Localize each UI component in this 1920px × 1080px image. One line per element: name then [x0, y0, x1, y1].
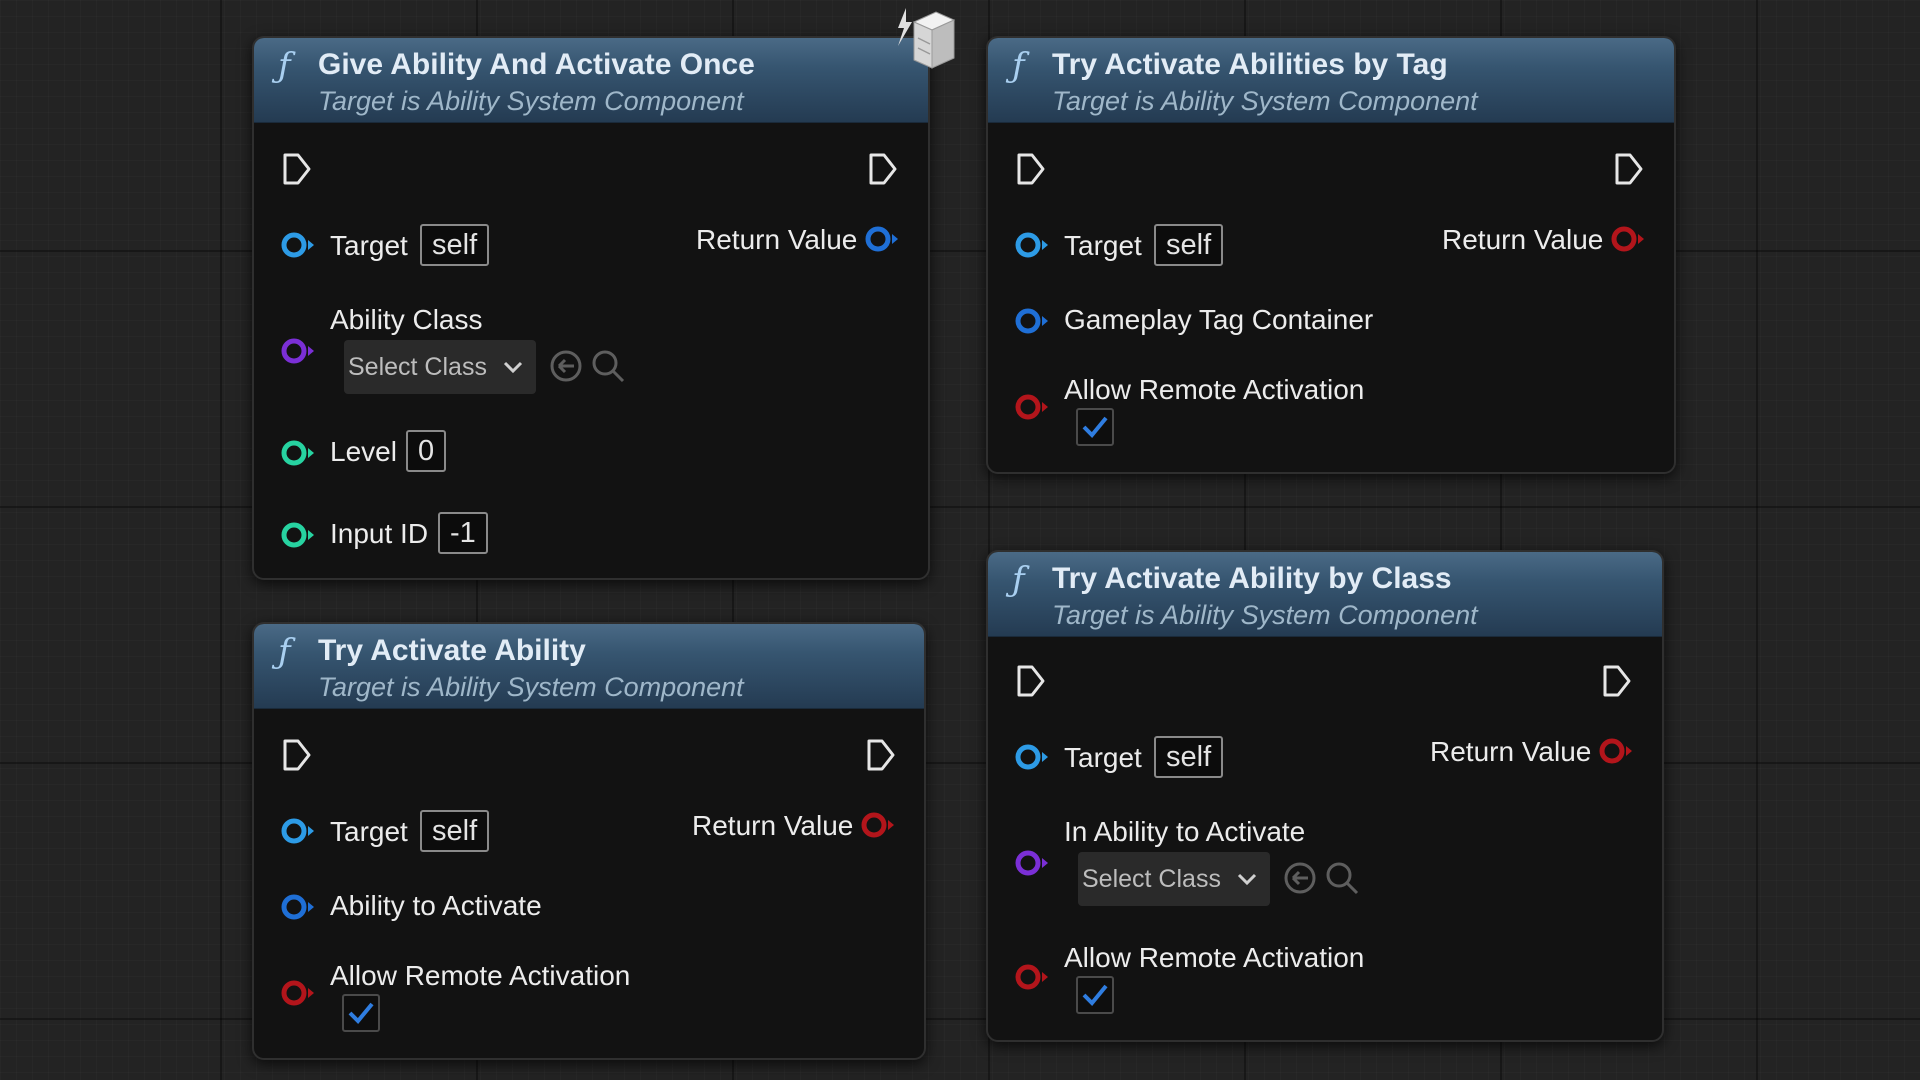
bool-pin-icon[interactable]: [1014, 962, 1050, 992]
target-value-box[interactable]: self: [1154, 736, 1224, 778]
node-title: Try Activate Ability by Class: [1052, 562, 1452, 595]
int-pin-icon[interactable]: [280, 438, 316, 468]
object-pin-icon[interactable]: [1014, 230, 1050, 260]
gameplay-tag-container-label: Gameplay Tag Container: [1064, 304, 1374, 335]
object-pin-icon[interactable]: [280, 230, 316, 260]
node-give-ability-and-activate-once[interactable]: ƒ Give Ability And Activate Once Target …: [252, 36, 930, 580]
chevron-down-icon: [503, 361, 523, 374]
object-pin-icon[interactable]: [280, 816, 316, 846]
target-value-box[interactable]: self: [420, 810, 490, 852]
browse-search-icon[interactable]: [1324, 860, 1360, 896]
allow-remote-activation-label: Allow Remote Activation: [330, 960, 631, 991]
exec-in-pin-icon[interactable]: [1016, 664, 1046, 698]
node-header[interactable]: ƒ Try Activate Ability Target is Ability…: [254, 624, 924, 709]
return-value-pin-icon[interactable]: [1610, 224, 1646, 254]
exec-out-pin-icon[interactable]: [868, 152, 898, 186]
node-subtitle: Target is Ability System Component: [318, 86, 744, 116]
function-icon: ƒ: [278, 632, 291, 672]
node-title: Give Ability And Activate Once: [318, 48, 755, 81]
struct-pin-icon[interactable]: [280, 892, 316, 922]
allow-remote-activation-checkbox[interactable]: [342, 994, 380, 1032]
exec-out-pin-icon[interactable]: [1602, 664, 1632, 698]
class-pin-icon[interactable]: [1014, 848, 1050, 878]
class-pin-icon[interactable]: [280, 336, 316, 366]
target-value-box[interactable]: self: [420, 224, 490, 266]
return-value-label: Return Value: [1442, 224, 1604, 255]
bool-pin-icon[interactable]: [280, 978, 316, 1008]
object-pin-icon[interactable]: [1014, 742, 1050, 772]
function-icon: ƒ: [1012, 46, 1025, 86]
checkmark-icon: [1082, 416, 1108, 438]
node-subtitle: Target is Ability System Component: [1052, 86, 1478, 116]
function-icon: ƒ: [1012, 560, 1025, 600]
return-value-pin-icon[interactable]: [860, 810, 896, 840]
target-label: Target: [330, 816, 408, 847]
bool-pin-icon[interactable]: [1014, 392, 1050, 422]
target-value-box[interactable]: self: [1154, 224, 1224, 266]
return-value-pin-icon[interactable]: [864, 224, 900, 254]
exec-out-pin-icon[interactable]: [866, 738, 896, 772]
target-label: Target: [330, 230, 408, 261]
return-value-label: Return Value: [692, 810, 854, 841]
input-id-label: Input ID: [330, 518, 429, 549]
in-ability-to-activate-label: In Ability to Activate: [1064, 816, 1306, 847]
return-value-label: Return Value: [696, 224, 858, 255]
exec-in-pin-icon[interactable]: [282, 152, 312, 186]
node-subtitle: Target is Ability System Component: [318, 672, 744, 702]
node-title: Try Activate Abilities by Tag: [1052, 48, 1448, 81]
input-id-value-box[interactable]: -1: [438, 512, 488, 554]
node-try-activate-ability[interactable]: ƒ Try Activate Ability Target is Ability…: [252, 622, 926, 1060]
allow-remote-activation-checkbox[interactable]: [1076, 408, 1114, 446]
function-icon: ƒ: [278, 46, 291, 86]
exec-in-pin-icon[interactable]: [282, 738, 312, 772]
allow-remote-activation-checkbox[interactable]: [1076, 976, 1114, 1014]
node-try-activate-abilities-by-tag[interactable]: ƒ Try Activate Abilities by Tag Target i…: [986, 36, 1676, 474]
browse-search-icon[interactable]: [590, 348, 626, 384]
node-header[interactable]: ƒ Try Activate Abilities by Tag Target i…: [988, 38, 1674, 123]
allow-remote-activation-label: Allow Remote Activation: [1064, 374, 1365, 405]
target-label: Target: [1064, 742, 1142, 773]
int-pin-icon[interactable]: [280, 520, 316, 550]
return-value-pin-icon[interactable]: [1598, 736, 1634, 766]
use-selected-asset-icon[interactable]: [548, 348, 584, 384]
level-label: Level: [330, 436, 397, 467]
use-selected-asset-icon[interactable]: [1282, 860, 1318, 896]
select-class-dropdown[interactable]: Select Class: [1078, 852, 1270, 906]
node-subtitle: Target is Ability System Component: [1052, 600, 1478, 630]
allow-remote-activation-label: Allow Remote Activation: [1064, 942, 1365, 973]
target-label: Target: [1064, 230, 1142, 261]
select-class-dropdown[interactable]: Select Class: [344, 340, 536, 394]
level-value-box[interactable]: 0: [406, 430, 447, 472]
checkmark-icon: [348, 1002, 374, 1024]
cube-icon: [898, 8, 956, 69]
exec-out-pin-icon[interactable]: [1614, 152, 1644, 186]
return-value-label: Return Value: [1430, 736, 1592, 767]
node-try-activate-ability-by-class[interactable]: ƒ Try Activate Ability by Class Target i…: [986, 550, 1664, 1042]
node-header[interactable]: ƒ Give Ability And Activate Once Target …: [254, 38, 928, 123]
select-class-text: Select Class: [348, 353, 487, 381]
struct-pin-icon[interactable]: [1014, 306, 1050, 336]
select-class-text: Select Class: [1082, 865, 1221, 893]
node-title: Try Activate Ability: [318, 634, 586, 667]
node-header[interactable]: ƒ Try Activate Ability by Class Target i…: [988, 552, 1662, 637]
ability-class-label: Ability Class: [330, 304, 483, 335]
chevron-down-icon: [1237, 873, 1257, 886]
ability-to-activate-label: Ability to Activate: [330, 890, 542, 921]
exec-in-pin-icon[interactable]: [1016, 152, 1046, 186]
checkmark-icon: [1082, 984, 1108, 1006]
